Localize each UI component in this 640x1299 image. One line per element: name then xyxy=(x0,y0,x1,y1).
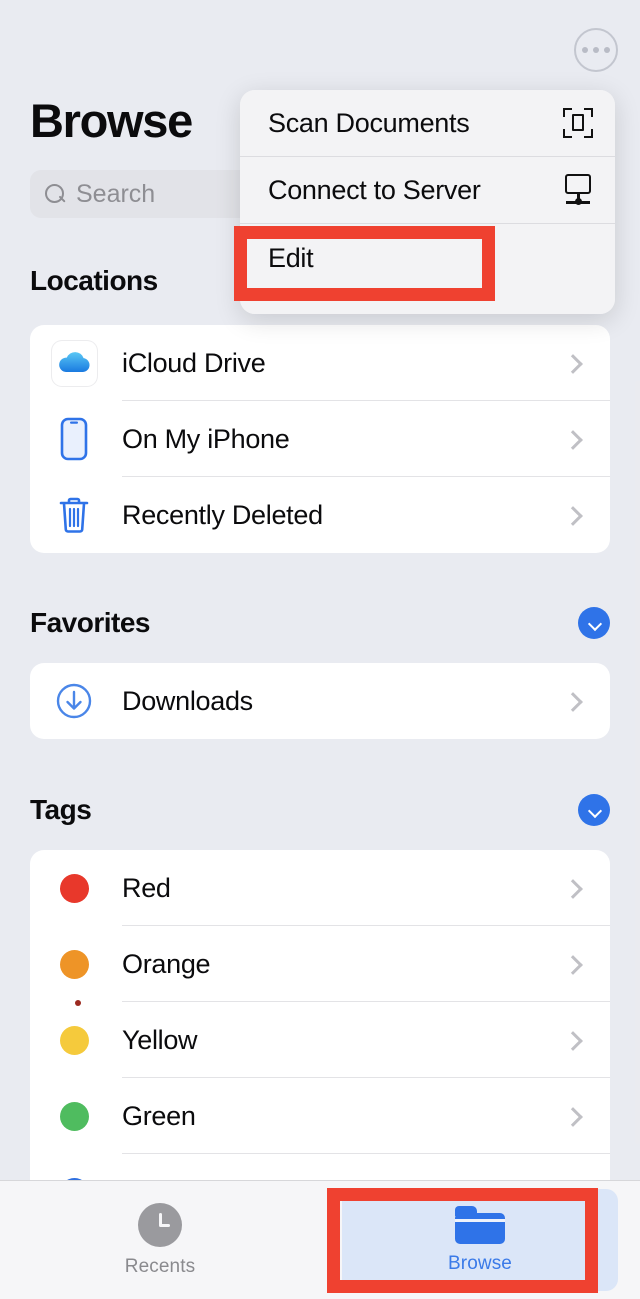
files-app-screen: Browse Search Locations iCl xyxy=(0,0,640,1299)
chevron-down-circle-icon xyxy=(588,617,601,630)
page-title: Browse xyxy=(30,93,192,148)
search-icon xyxy=(44,183,66,205)
download-circle-icon xyxy=(48,681,100,721)
icloud-drive-icon xyxy=(48,341,100,386)
chevron-right-icon xyxy=(566,1109,580,1123)
list-item-label: Downloads xyxy=(122,686,566,717)
chevron-right-icon xyxy=(566,1033,580,1047)
tags-list: Red Orange Yellow Green Blue xyxy=(30,850,610,1180)
favorites-list: Downloads xyxy=(30,663,610,739)
list-item-label: iCloud Drive xyxy=(122,348,566,379)
list-item-tag-orange[interactable]: Orange xyxy=(30,926,610,1002)
menu-item-scan-documents[interactable]: Scan Documents xyxy=(240,90,615,156)
trash-icon xyxy=(48,495,100,535)
list-item-label: On My iPhone xyxy=(122,424,566,455)
section-header-tags: Tags xyxy=(0,794,640,826)
list-item-tag-blue[interactable]: Blue xyxy=(30,1154,610,1180)
annotation-box-browse-tab xyxy=(327,1188,598,1293)
list-item-tag-red[interactable]: Red xyxy=(30,850,610,926)
chevron-right-icon xyxy=(566,432,580,446)
search-placeholder: Search xyxy=(76,180,155,209)
chevron-right-icon xyxy=(566,957,580,971)
list-item-label: Green xyxy=(122,1101,566,1132)
tab-recents[interactable]: Recents xyxy=(0,1181,320,1299)
tag-dot-icon xyxy=(48,950,100,979)
section-title-tags: Tags xyxy=(30,794,91,826)
list-item-tag-green[interactable]: Green xyxy=(30,1078,610,1154)
collapse-favorites-button[interactable] xyxy=(578,607,610,639)
tab-label: Recents xyxy=(125,1256,195,1278)
chevron-down-circle-icon xyxy=(588,804,601,817)
list-item-label: Recently Deleted xyxy=(122,500,566,531)
chevron-right-icon xyxy=(566,694,580,708)
ellipsis-circle-icon xyxy=(582,47,610,53)
chevron-right-icon xyxy=(566,356,580,370)
list-item-on-my-iphone[interactable]: On My iPhone xyxy=(30,401,610,477)
list-item-tag-yellow[interactable]: Yellow xyxy=(30,1002,610,1078)
stray-dot-artifact xyxy=(75,1000,81,1006)
tag-dot-icon xyxy=(48,874,100,903)
menu-item-label: Scan Documents xyxy=(268,108,469,139)
iphone-icon xyxy=(48,417,100,461)
server-display-icon xyxy=(563,174,593,206)
list-item-downloads[interactable]: Downloads xyxy=(30,663,610,739)
collapse-tags-button[interactable] xyxy=(578,794,610,826)
more-options-button[interactable] xyxy=(574,28,618,72)
scan-documents-icon xyxy=(563,108,593,138)
annotation-box-edit xyxy=(234,226,495,301)
list-item-label: Orange xyxy=(122,949,566,980)
list-item-label: Red xyxy=(122,873,566,904)
tag-dot-icon xyxy=(48,1102,100,1131)
section-title-locations: Locations xyxy=(30,265,158,297)
locations-list: iCloud Drive On My iPhone xyxy=(30,325,610,553)
tag-dot-icon xyxy=(48,1026,100,1055)
list-item-icloud-drive[interactable]: iCloud Drive xyxy=(30,325,610,401)
section-title-favorites: Favorites xyxy=(30,607,150,639)
list-item-label: Yellow xyxy=(122,1025,566,1056)
list-item-recently-deleted[interactable]: Recently Deleted xyxy=(30,477,610,553)
menu-item-connect-to-server[interactable]: Connect to Server xyxy=(240,157,615,223)
chevron-right-icon xyxy=(566,881,580,895)
section-header-favorites: Favorites xyxy=(0,607,640,639)
menu-item-label: Connect to Server xyxy=(268,175,481,206)
chevron-right-icon xyxy=(566,508,580,522)
clock-icon xyxy=(138,1203,182,1247)
